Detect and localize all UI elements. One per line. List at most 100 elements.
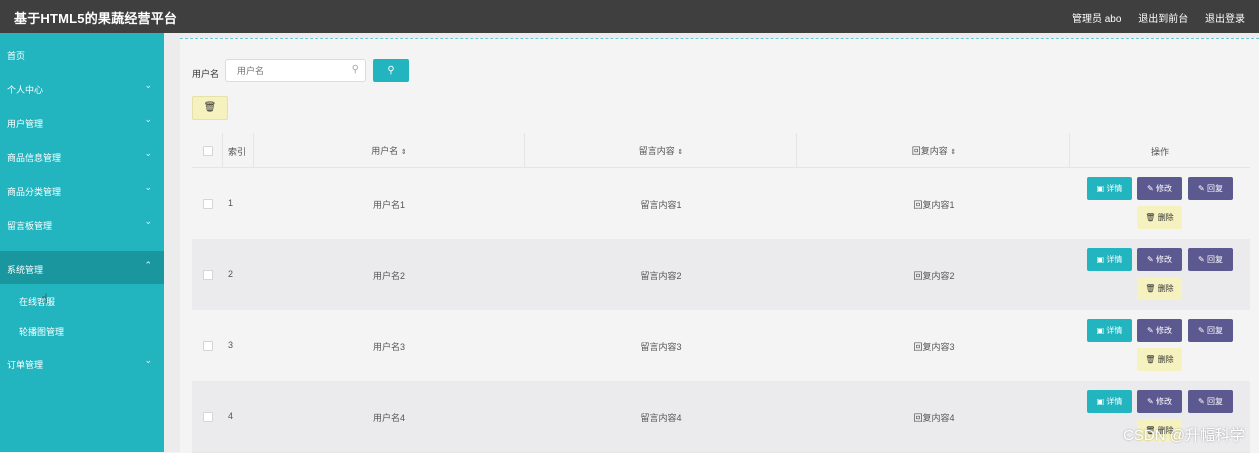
- sidebar-subitem-label: 轮播图管理: [19, 327, 65, 337]
- edit-button[interactable]: ✎ 修改: [1137, 248, 1182, 271]
- detail-button-label: 详情: [1106, 184, 1123, 193]
- table-header: 索引 用户名 ⇕ 留言内容 ⇕ 回复内容 ⇕ 操作: [192, 133, 1250, 168]
- row-index: 3: [228, 340, 234, 350]
- table-row: 2 用户名2 留言内容2 回复内容2 ▣ 详情 ✎ 修改 ✎ 回复 🗑 删除: [192, 239, 1250, 311]
- row-message: 留言内容3: [640, 342, 682, 352]
- delete-button[interactable]: 🗑 删除: [1137, 277, 1182, 300]
- chevron-down-icon: ⌄: [144, 148, 152, 158]
- sidebar-item-system[interactable]: 系统管理 ⌃: [0, 251, 164, 284]
- back-to-front-link[interactable]: 退出到前台: [1138, 14, 1188, 25]
- sidebar-item-label: 个人中心: [7, 85, 44, 95]
- reply-button-label: 回复: [1206, 397, 1223, 406]
- row-checkbox[interactable]: [203, 341, 213, 351]
- delete-button-label: 删除: [1157, 213, 1174, 222]
- search-button[interactable]: ⚲: [373, 59, 409, 82]
- pencil-icon: ✎: [1198, 184, 1207, 193]
- document-icon: ▣: [1096, 184, 1107, 193]
- chevron-down-icon: ⌄: [144, 355, 152, 365]
- select-all-checkbox[interactable]: [203, 146, 213, 156]
- sidebar-item-orders[interactable]: 订单管理 ⌄: [0, 346, 164, 379]
- sidebar-item-label: 用户管理: [7, 119, 44, 129]
- watermark: CSDN @升幅科学: [1123, 427, 1245, 444]
- app-title: 基于HTML5的果蔬经营平台: [14, 11, 178, 26]
- edit-button-label: 修改: [1155, 397, 1172, 406]
- sidebar-item-personal-center[interactable]: 个人中心 ⌄: [0, 71, 164, 104]
- sidebar-item-home[interactable]: 首页: [0, 37, 164, 70]
- sidebar-item-product-category[interactable]: 商品分类管理 ⌄: [0, 173, 164, 206]
- search-input[interactable]: [235, 65, 349, 77]
- row-checkbox[interactable]: [203, 412, 213, 422]
- row-checkbox[interactable]: [203, 199, 213, 209]
- admin-label: 管理员 abo: [1071, 14, 1122, 25]
- row-message: 留言内容4: [640, 413, 682, 423]
- trash-icon: 🗑: [203, 102, 217, 113]
- reply-button-label: 回复: [1206, 184, 1223, 193]
- sidebar-item-product-info[interactable]: 商品信息管理 ⌄: [0, 139, 164, 172]
- sidebar-subitem-carousel[interactable]: 轮播图管理: [0, 315, 164, 345]
- logout-link[interactable]: 退出登录: [1205, 14, 1245, 25]
- sidebar-item-label: 订单管理: [7, 360, 44, 370]
- pencil-icon: ✎: [1147, 184, 1156, 193]
- row-reply: 回复内容3: [913, 342, 955, 352]
- trash-icon: 🗑: [1145, 213, 1158, 222]
- chevron-down-icon: ⌄: [144, 114, 152, 124]
- sort-icon: ⇕: [677, 149, 684, 156]
- edit-button[interactable]: ✎ 修改: [1137, 177, 1182, 200]
- pencil-icon: ✎: [1198, 255, 1207, 264]
- reply-button[interactable]: ✎ 回复: [1188, 390, 1233, 413]
- edit-button[interactable]: ✎ 修改: [1137, 319, 1182, 342]
- detail-button-label: 详情: [1106, 397, 1123, 406]
- reply-button-label: 回复: [1206, 255, 1223, 264]
- detail-button-label: 详情: [1106, 255, 1123, 264]
- detail-button[interactable]: ▣ 详情: [1087, 248, 1132, 271]
- header-reply-label: 回复内容: [911, 146, 948, 156]
- row-message: 留言内容2: [640, 271, 682, 281]
- sidebar-item-label: 商品信息管理: [7, 153, 62, 163]
- header-reply[interactable]: 回复内容 ⇕: [798, 144, 1070, 157]
- chevron-down-icon: ⌄: [144, 216, 152, 226]
- top-bar: 基于HTML5的果蔬经营平台 管理员 abo 退出到前台 退出登录: [0, 0, 1259, 33]
- reply-button-label: 回复: [1206, 326, 1223, 335]
- search-icon: ⚲: [351, 64, 359, 75]
- sidebar-item-message-board[interactable]: 留言板管理 ⌄: [0, 207, 164, 240]
- reply-button[interactable]: ✎ 回复: [1188, 319, 1233, 342]
- edit-button[interactable]: ✎ 修改: [1137, 390, 1182, 413]
- row-username: 用户名1: [372, 200, 405, 210]
- sidebar-item-label: 首页: [7, 51, 26, 61]
- delete-button[interactable]: 🗑 删除: [1137, 348, 1182, 371]
- edit-button-label: 修改: [1155, 326, 1172, 335]
- trash-icon: 🗑: [1145, 355, 1158, 364]
- edit-button-label: 修改: [1155, 255, 1172, 264]
- reply-button[interactable]: ✎ 回复: [1188, 177, 1233, 200]
- header-username[interactable]: 用户名 ⇕: [254, 144, 524, 157]
- sidebar-item-users[interactable]: 用户管理 ⌄: [0, 105, 164, 138]
- search-label: 用户名: [192, 69, 220, 79]
- sidebar-item-label: 系统管理: [7, 265, 44, 275]
- detail-button[interactable]: ▣ 详情: [1087, 390, 1132, 413]
- detail-button[interactable]: ▣ 详情: [1087, 319, 1132, 342]
- pencil-icon: ✎: [1147, 326, 1156, 335]
- table-row: 4 用户名4 留言内容4 回复内容4 ▣ 详情 ✎ 修改 ✎ 回复 🗑 删除: [192, 381, 1250, 453]
- document-icon: ▣: [1096, 326, 1107, 335]
- sidebar-subitem-online-service[interactable]: 在线客服: [0, 285, 164, 315]
- sidebar-item-label: 留言板管理: [7, 221, 53, 231]
- table-row: 3 用户名3 留言内容3 回复内容3 ▣ 详情 ✎ 修改 ✎ 回复 🗑 删除: [192, 310, 1250, 382]
- header-username-label: 用户名: [371, 146, 399, 156]
- batch-delete-button[interactable]: 🗑: [192, 96, 228, 120]
- delete-button-label: 删除: [1157, 284, 1174, 293]
- chevron-up-icon: ⌃: [144, 260, 152, 270]
- row-username: 用户名4: [372, 413, 405, 423]
- detail-button[interactable]: ▣ 详情: [1087, 177, 1132, 200]
- mouse-cursor-icon: ☝: [40, 291, 48, 306]
- sidebar-item-label: 商品分类管理: [7, 187, 62, 197]
- row-checkbox[interactable]: [203, 270, 213, 280]
- reply-button[interactable]: ✎ 回复: [1188, 248, 1233, 271]
- row-username: 用户名3: [372, 342, 405, 352]
- delete-button[interactable]: 🗑 删除: [1137, 206, 1182, 229]
- delete-button-label: 删除: [1157, 355, 1174, 364]
- chevron-down-icon: ⌄: [144, 80, 152, 90]
- sidebar: 首页 个人中心 ⌄ 用户管理 ⌄ 商品信息管理 ⌄ 商品分类管理 ⌄ 留言板管理…: [0, 33, 164, 452]
- detail-button-label: 详情: [1106, 326, 1123, 335]
- row-index: 4: [228, 411, 234, 421]
- header-message[interactable]: 留言内容 ⇕: [525, 144, 797, 157]
